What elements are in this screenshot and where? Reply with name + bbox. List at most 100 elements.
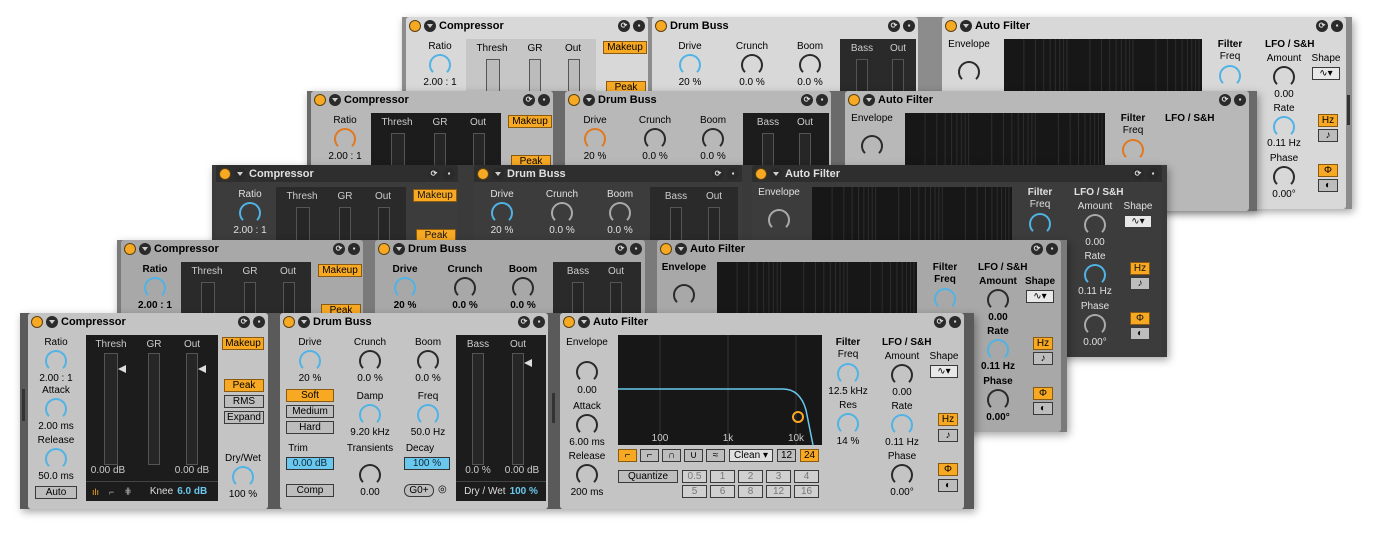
save-icon[interactable]: ▪ — [949, 315, 961, 328]
save-icon[interactable]: ▪ — [348, 242, 360, 255]
quantize-step-12[interactable]: 12 — [766, 485, 791, 498]
gain-plus-button[interactable]: G0+ — [404, 484, 434, 497]
phase-knob[interactable] — [987, 389, 1009, 411]
hot-swap-icon[interactable]: ⟳ — [518, 315, 530, 328]
boom-knob[interactable] — [702, 128, 724, 150]
ratio-knob[interactable] — [429, 54, 451, 76]
power-button[interactable] — [31, 315, 43, 328]
phase-mode-button[interactable]: Φ — [1318, 164, 1338, 177]
phase-mode-button[interactable]: Φ — [1130, 312, 1150, 325]
boom-knob[interactable] — [417, 350, 439, 372]
quantize-step-2[interactable]: 2 — [738, 470, 763, 483]
power-button[interactable] — [945, 19, 957, 32]
hot-swap-icon[interactable]: ⟳ — [888, 19, 900, 32]
phase-knob[interactable] — [891, 464, 913, 486]
filter-display[interactable]: 100 1k 10k — [618, 335, 822, 445]
slope-12-button[interactable]: 12 — [777, 449, 796, 462]
boom-knob[interactable] — [799, 54, 821, 76]
phase-mode-button[interactable]: Φ — [938, 463, 958, 476]
quantize-step-0.5[interactable]: 0.5 — [682, 470, 707, 483]
ratio-knob[interactable] — [334, 128, 356, 150]
crunch-knob[interactable] — [551, 202, 573, 224]
spin-button[interactable]: ◐ — [938, 479, 958, 492]
sync-note-button[interactable]: ♪ — [938, 429, 958, 442]
spin-button[interactable]: ◐ — [1130, 327, 1150, 340]
shape-dropdown[interactable]: ∿▾ — [1124, 215, 1152, 228]
makeup-button[interactable]: Makeup — [603, 41, 647, 54]
trim-field[interactable]: 0.00 dB — [286, 457, 334, 470]
hot-swap-icon[interactable]: ⟳ — [615, 242, 627, 255]
quantize-step-3[interactable]: 3 — [766, 470, 791, 483]
save-icon[interactable]: ▪ — [1046, 242, 1058, 255]
envelope-knob[interactable] — [861, 135, 883, 157]
release-knob[interactable] — [45, 448, 67, 470]
fold-icon[interactable] — [492, 167, 504, 180]
makeup-button[interactable]: Makeup — [318, 264, 362, 277]
phase-mode-button[interactable]: Φ — [1033, 387, 1053, 400]
hot-swap-icon[interactable]: ⟳ — [1031, 242, 1043, 255]
hot-swap-icon[interactable]: ⟳ — [712, 167, 724, 180]
hot-swap-icon[interactable]: ⟳ — [238, 315, 250, 328]
sync-note-button[interactable]: ♪ — [1130, 277, 1150, 290]
envelope-knob[interactable] — [958, 61, 980, 83]
shape-dropdown[interactable]: ∿▾ — [930, 365, 958, 378]
save-icon[interactable]: ▪ — [630, 242, 642, 255]
fold-icon[interactable] — [46, 315, 58, 328]
drywet-value[interactable]: 100 % — [510, 486, 538, 497]
ratio-knob[interactable] — [45, 350, 67, 372]
hot-swap-icon[interactable]: ⟳ — [1132, 167, 1144, 180]
morph-icon[interactable]: ≈ — [706, 449, 725, 462]
spin-button[interactable]: ◐ — [1033, 402, 1053, 415]
save-icon[interactable]: ▪ — [533, 315, 545, 328]
attack-knob[interactable] — [45, 398, 67, 420]
drive-knob[interactable] — [491, 202, 513, 224]
drive-knob[interactable] — [679, 54, 701, 76]
res-knob[interactable] — [837, 413, 859, 435]
phase-knob[interactable] — [1273, 166, 1295, 188]
quantize-button[interactable]: Quantize — [618, 470, 678, 483]
ratio-knob[interactable] — [144, 277, 166, 299]
thresh-slider-handle[interactable] — [118, 365, 126, 373]
peak-button[interactable]: Peak — [224, 379, 264, 392]
lowpass-icon[interactable]: ⌐ — [618, 449, 637, 462]
drive-knob[interactable] — [394, 277, 416, 299]
scroll-grip[interactable] — [552, 393, 555, 423]
amount-knob[interactable] — [891, 364, 913, 386]
knee-value[interactable]: 6.0 dB — [177, 486, 207, 497]
rms-button[interactable]: RMS — [224, 395, 264, 408]
fold-icon[interactable] — [424, 19, 436, 32]
fold-icon[interactable] — [139, 242, 151, 255]
power-button[interactable] — [568, 93, 580, 106]
hot-swap-icon[interactable]: ⟳ — [801, 93, 813, 106]
amount-knob[interactable] — [1273, 66, 1295, 88]
sync-note-button[interactable]: ♪ — [1033, 352, 1053, 365]
quantize-step-5[interactable]: 5 — [682, 485, 707, 498]
fold-icon[interactable] — [298, 315, 310, 328]
hot-swap-icon[interactable]: ⟳ — [523, 93, 535, 106]
power-button[interactable] — [283, 315, 295, 328]
release-knob[interactable] — [576, 464, 598, 486]
power-button[interactable] — [477, 167, 489, 180]
bandpass-icon[interactable]: ∩ — [662, 449, 681, 462]
power-button[interactable] — [378, 242, 390, 255]
fold-icon[interactable] — [583, 93, 595, 106]
hot-swap-icon[interactable]: ⟳ — [934, 315, 946, 328]
quantize-step-1[interactable]: 1 — [710, 470, 735, 483]
save-icon[interactable]: ▪ — [253, 315, 265, 328]
drive-knob[interactable] — [299, 350, 321, 372]
soft-button[interactable]: Soft — [286, 389, 334, 402]
activity-view-icon[interactable]: ılı — [92, 487, 99, 497]
fold-icon[interactable] — [675, 242, 687, 255]
attack-knob[interactable] — [576, 414, 598, 436]
amount-knob[interactable] — [987, 289, 1009, 311]
spin-button[interactable]: ◐ — [1318, 179, 1338, 192]
out-slider-handle[interactable] — [524, 359, 532, 367]
freq-knob[interactable] — [1029, 213, 1051, 235]
shape-dropdown[interactable]: ∿▾ — [1026, 290, 1054, 303]
save-icon[interactable]: ▪ — [903, 19, 915, 32]
fold-icon[interactable] — [770, 167, 782, 180]
save-icon[interactable]: ▪ — [727, 167, 739, 180]
sync-note-button[interactable]: ♪ — [1318, 129, 1338, 142]
highpass-icon[interactable]: ⌐ — [640, 449, 659, 462]
makeup-button[interactable]: Makeup — [222, 337, 264, 350]
